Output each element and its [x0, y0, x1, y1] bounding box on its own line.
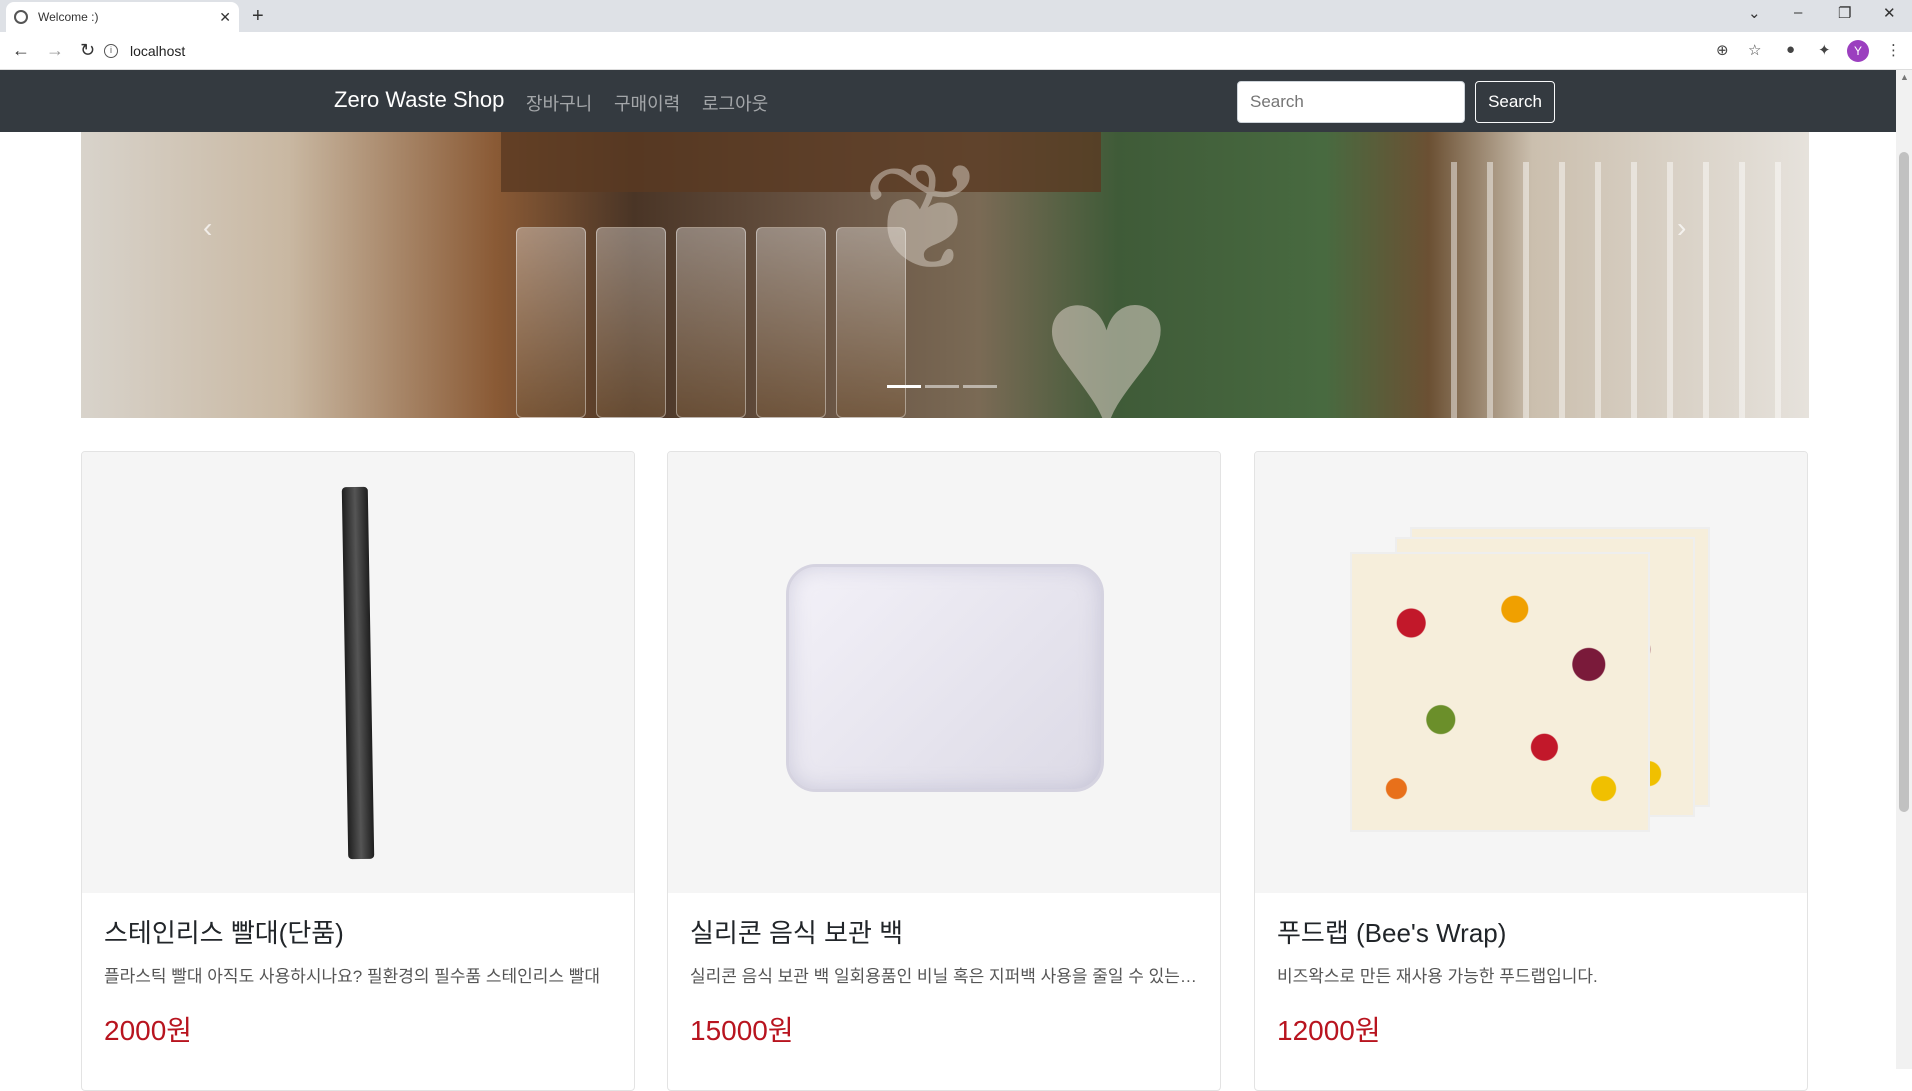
carousel-indicators [887, 385, 997, 388]
restore-icon[interactable]: ❐ [1838, 4, 1851, 22]
product-card[interactable]: 스테인리스 빨대(단품) 플라스틱 빨대 아직도 사용하시나요? 필환경의 필수… [81, 451, 635, 1091]
product-description: 플라스틱 빨대 아직도 사용하시나요? 필환경의 필수품 스테인리스 빨대 [104, 967, 601, 986]
tab-close-icon[interactable]: ✕ [219, 9, 231, 26]
silicone-bag-image [786, 564, 1104, 792]
page-scrollbar[interactable]: ▲ [1896, 70, 1912, 1069]
nav-history-link[interactable]: 구매이력 [614, 90, 680, 116]
extension-icon[interactable]: ● [1786, 41, 1795, 58]
carousel-image-jar [756, 227, 826, 418]
tab-search-icon[interactable]: ⌄ [1748, 4, 1761, 22]
site-navbar: Zero Waste Shop 장바구니 구매이력 로그아웃 Search [0, 70, 1896, 132]
nav-cart-link[interactable]: 장바구니 [526, 90, 592, 116]
address-bar[interactable]: i localhost [104, 37, 1812, 65]
heart-icon: ♥ [1041, 229, 1172, 418]
zoom-icon[interactable]: ⊕ [1716, 41, 1729, 59]
carousel-indicator[interactable] [925, 385, 959, 388]
nav-logout-link[interactable]: 로그아웃 [702, 90, 768, 116]
product-price: 12000원 [1277, 1015, 1381, 1046]
back-icon[interactable]: ← [12, 40, 34, 61]
product-image[interactable] [1255, 452, 1807, 893]
product-name[interactable]: 푸드랩 (Bee's Wrap) [1277, 913, 1785, 950]
carousel-image-taps [1421, 162, 1809, 418]
search-input[interactable] [1237, 81, 1465, 123]
carousel-image-shelf [501, 132, 1101, 192]
browser-toolbar: ← → ↻ i localhost ⊕ ☆ ● ✦ Y ⋮ [0, 32, 1912, 70]
straw-image [341, 486, 375, 860]
globe-icon [14, 10, 28, 24]
product-image[interactable] [82, 452, 634, 893]
product-price: 15000원 [690, 1015, 794, 1046]
product-card[interactable]: 푸드랩 (Bee's Wrap) 비즈왁스로 만든 재사용 가능한 푸드랩입니다… [1254, 451, 1808, 1091]
carousel-next-icon[interactable]: › [1677, 212, 1686, 244]
carousel-prev-icon[interactable]: ‹ [203, 212, 212, 244]
product-name[interactable]: 실리콘 음식 보관 백 [690, 913, 1198, 950]
food-wrap-image [1350, 552, 1650, 832]
profile-avatar[interactable]: Y [1847, 40, 1869, 62]
site-info-icon[interactable]: i [104, 44, 118, 58]
carousel-image-jar [516, 227, 586, 418]
carousel-indicator[interactable] [963, 385, 997, 388]
tab-title: Welcome :) [38, 10, 99, 24]
window-close-icon[interactable]: ✕ [1883, 4, 1896, 22]
product-price: 2000원 [104, 1015, 193, 1046]
browser-tab-strip: Welcome :) ✕ + ⌄ – ❐ ✕ [0, 0, 1912, 32]
forward-icon[interactable]: → [46, 40, 68, 61]
carousel-image-jar [596, 227, 666, 418]
hero-carousel[interactable]: ❦ ♥ ‹ › [81, 132, 1809, 418]
carousel-image-jar [676, 227, 746, 418]
product-description: 실리콘 음식 보관 백 일회용품인 비닐 혹은 지퍼백 사용을 줄일 수 있는 … [690, 967, 1198, 986]
search-button[interactable]: Search [1475, 81, 1555, 123]
bookmark-star-icon[interactable]: ☆ [1748, 41, 1761, 59]
product-name[interactable]: 스테인리스 빨대(단품) [104, 913, 612, 950]
product-description: 비즈왁스로 만든 재사용 가능한 푸드랩입니다. [1277, 967, 1598, 986]
puzzle-icon[interactable]: ✦ [1818, 41, 1831, 59]
new-tab-icon[interactable]: + [252, 5, 264, 28]
carousel-indicator[interactable] [887, 385, 921, 388]
url-text[interactable]: localhost [130, 43, 185, 59]
scrollbar-thumb[interactable] [1899, 152, 1909, 812]
browser-tab[interactable]: Welcome :) ✕ [6, 2, 239, 32]
leaf-logo-icon: ❦ [861, 134, 987, 302]
minimize-icon[interactable]: – [1794, 4, 1802, 21]
reload-icon[interactable]: ↻ [80, 40, 102, 61]
menu-kebab-icon[interactable]: ⋮ [1886, 41, 1901, 59]
product-image[interactable] [668, 452, 1220, 893]
brand-logo[interactable]: Zero Waste Shop [334, 87, 504, 113]
product-card[interactable]: 실리콘 음식 보관 백 실리콘 음식 보관 백 일회용품인 비닐 혹은 지퍼백 … [667, 451, 1221, 1091]
scroll-up-icon[interactable]: ▲ [1900, 72, 1909, 82]
